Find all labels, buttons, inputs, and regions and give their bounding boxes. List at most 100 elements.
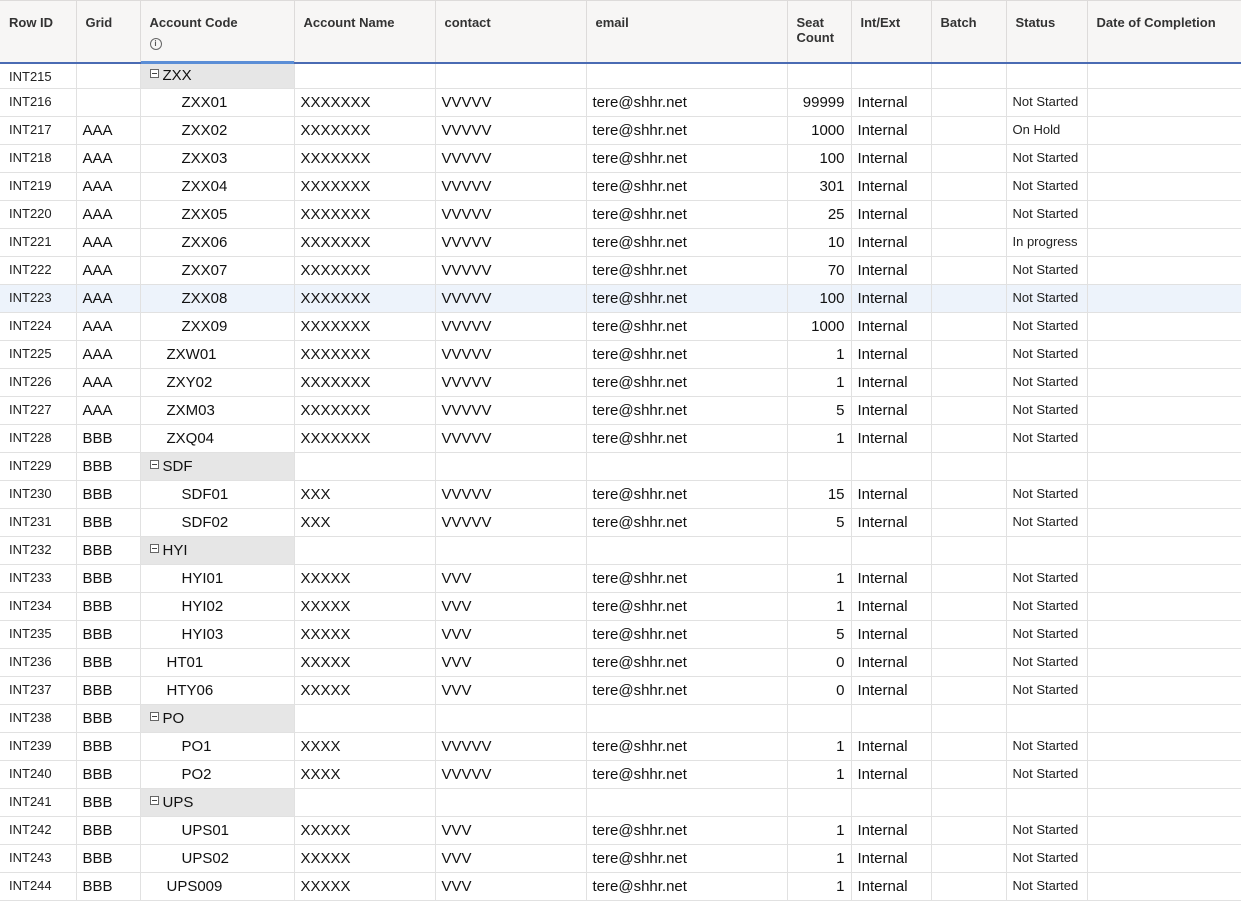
- account-code-cell[interactable]: ZXX07: [140, 256, 295, 285]
- contact-cell[interactable]: VVVVV: [435, 116, 587, 145]
- account-name-cell[interactable]: XXXXX: [294, 844, 436, 873]
- int-ext-cell[interactable]: Internal: [851, 620, 932, 649]
- status-cell[interactable]: [1006, 452, 1088, 481]
- contact-cell[interactable]: VVV: [435, 648, 587, 677]
- seat-count-cell[interactable]: 100: [787, 284, 852, 313]
- batch-cell[interactable]: [931, 62, 1007, 89]
- date-of-completion-cell[interactable]: [1087, 424, 1241, 453]
- batch-cell[interactable]: [931, 732, 1007, 761]
- email-cell[interactable]: [586, 788, 788, 817]
- email-cell[interactable]: tere@shhr.net: [586, 200, 788, 229]
- int-ext-cell[interactable]: Internal: [851, 368, 932, 397]
- contact-cell[interactable]: [435, 788, 587, 817]
- seat-count-cell[interactable]: 301: [787, 172, 852, 201]
- batch-cell[interactable]: [931, 424, 1007, 453]
- table-row[interactable]: INT233 BBB HYI01 XXXXX VVV tere@shhr.net 1 Inte…: [0, 564, 1241, 593]
- table-row[interactable]: INT231 BBB SDF02 XXX VVVVV tere@shhr.net 5 Inte…: [0, 508, 1241, 537]
- batch-cell[interactable]: [931, 200, 1007, 229]
- row-id-cell[interactable]: INT220: [0, 200, 77, 229]
- batch-cell[interactable]: [931, 760, 1007, 789]
- group-row[interactable]: INT215 ZXX: [0, 62, 1241, 89]
- account-name-cell[interactable]: XXXXXXX: [294, 284, 436, 313]
- date-of-completion-cell[interactable]: [1087, 200, 1241, 229]
- status-cell[interactable]: Not Started: [1006, 564, 1088, 593]
- status-cell[interactable]: Not Started: [1006, 424, 1088, 453]
- row-id-cell[interactable]: INT242: [0, 816, 77, 845]
- account-code-cell[interactable]: HT01: [140, 648, 295, 677]
- seat-count-cell[interactable]: 1: [787, 760, 852, 789]
- grid-cell[interactable]: BBB: [76, 760, 141, 789]
- account-name-cell[interactable]: XXXXX: [294, 564, 436, 593]
- status-cell[interactable]: Not Started: [1006, 480, 1088, 509]
- contact-cell[interactable]: VVVVV: [435, 368, 587, 397]
- account-code-group-cell[interactable]: HYI: [140, 536, 295, 565]
- row-id-cell[interactable]: INT240: [0, 760, 77, 789]
- row-id-cell[interactable]: INT244: [0, 872, 77, 901]
- status-cell[interactable]: Not Started: [1006, 648, 1088, 677]
- group-row[interactable]: INT241 BBB UPS: [0, 788, 1241, 817]
- int-ext-cell[interactable]: [851, 788, 932, 817]
- group-row[interactable]: INT238 BBB PO: [0, 704, 1241, 733]
- grid-cell[interactable]: AAA: [76, 200, 141, 229]
- contact-cell[interactable]: [435, 536, 587, 565]
- date-of-completion-cell[interactable]: [1087, 452, 1241, 481]
- status-cell[interactable]: [1006, 704, 1088, 733]
- email-cell[interactable]: tere@shhr.net: [586, 732, 788, 761]
- group-row[interactable]: INT232 BBB HYI: [0, 536, 1241, 565]
- collapse-toggle-icon[interactable]: [149, 796, 159, 805]
- account-code-cell[interactable]: ZXW01: [140, 340, 295, 369]
- table-row[interactable]: INT234 BBB HYI02 XXXXX VVV tere@shhr.net 1 Inte…: [0, 592, 1241, 621]
- batch-cell[interactable]: [931, 144, 1007, 173]
- table-row[interactable]: INT244 BBB UPS009 XXXXX VVV tere@shhr.net 1 Int…: [0, 872, 1241, 901]
- contact-cell[interactable]: VVV: [435, 592, 587, 621]
- date-of-completion-cell[interactable]: [1087, 872, 1241, 901]
- table-row[interactable]: INT243 BBB UPS02 XXXXX VVV tere@shhr.net 1 Inte…: [0, 844, 1241, 873]
- email-cell[interactable]: tere@shhr.net: [586, 312, 788, 341]
- table-row[interactable]: INT242 BBB UPS01 XXXXX VVV tere@shhr.net 1 Inte…: [0, 816, 1241, 845]
- contact-cell[interactable]: VVVVV: [435, 732, 587, 761]
- grid-cell[interactable]: AAA: [76, 256, 141, 285]
- account-code-cell[interactable]: PO2: [140, 760, 295, 789]
- contact-cell[interactable]: VVVVV: [435, 144, 587, 173]
- contact-cell[interactable]: VVVVV: [435, 312, 587, 341]
- status-cell[interactable]: Not Started: [1006, 592, 1088, 621]
- contact-cell[interactable]: VVVVV: [435, 480, 587, 509]
- seat-count-cell[interactable]: 1: [787, 816, 852, 845]
- collapse-toggle-icon[interactable]: [149, 544, 159, 553]
- grid-cell[interactable]: BBB: [76, 872, 141, 901]
- seat-count-cell[interactable]: 1: [787, 368, 852, 397]
- int-ext-cell[interactable]: Internal: [851, 172, 932, 201]
- grid-cell[interactable]: BBB: [76, 816, 141, 845]
- contact-cell[interactable]: [435, 452, 587, 481]
- int-ext-cell[interactable]: Internal: [851, 312, 932, 341]
- grid-cell[interactable]: BBB: [76, 508, 141, 537]
- email-cell[interactable]: tere@shhr.net: [586, 648, 788, 677]
- seat-count-cell[interactable]: 0: [787, 676, 852, 705]
- contact-cell[interactable]: VVVVV: [435, 200, 587, 229]
- batch-cell[interactable]: [931, 564, 1007, 593]
- grid-cell[interactable]: AAA: [76, 228, 141, 257]
- seat-count-cell[interactable]: 1: [787, 844, 852, 873]
- account-code-cell[interactable]: ZXX06: [140, 228, 295, 257]
- int-ext-cell[interactable]: Internal: [851, 480, 932, 509]
- batch-cell[interactable]: [931, 816, 1007, 845]
- status-cell[interactable]: Not Started: [1006, 396, 1088, 425]
- account-code-cell[interactable]: ZXX05: [140, 200, 295, 229]
- account-name-cell[interactable]: XXXXXXX: [294, 312, 436, 341]
- account-code-cell[interactable]: ZXX03: [140, 144, 295, 173]
- grid-cell[interactable]: AAA: [76, 368, 141, 397]
- status-cell[interactable]: Not Started: [1006, 620, 1088, 649]
- date-of-completion-cell[interactable]: [1087, 340, 1241, 369]
- account-code-cell[interactable]: ZXX09: [140, 312, 295, 341]
- date-of-completion-cell[interactable]: [1087, 536, 1241, 565]
- grid-cell[interactable]: BBB: [76, 536, 141, 565]
- batch-cell[interactable]: [931, 704, 1007, 733]
- table-row[interactable]: INT216 ZXX01 XXXXXXX VVVVV tere@shhr.net 9999…: [0, 88, 1241, 117]
- account-name-cell[interactable]: XXXXX: [294, 592, 436, 621]
- account-name-cell[interactable]: XXXX: [294, 760, 436, 789]
- batch-cell[interactable]: [931, 592, 1007, 621]
- row-id-cell[interactable]: INT226: [0, 368, 77, 397]
- date-of-completion-cell[interactable]: [1087, 732, 1241, 761]
- int-ext-cell[interactable]: Internal: [851, 424, 932, 453]
- seat-count-cell[interactable]: 70: [787, 256, 852, 285]
